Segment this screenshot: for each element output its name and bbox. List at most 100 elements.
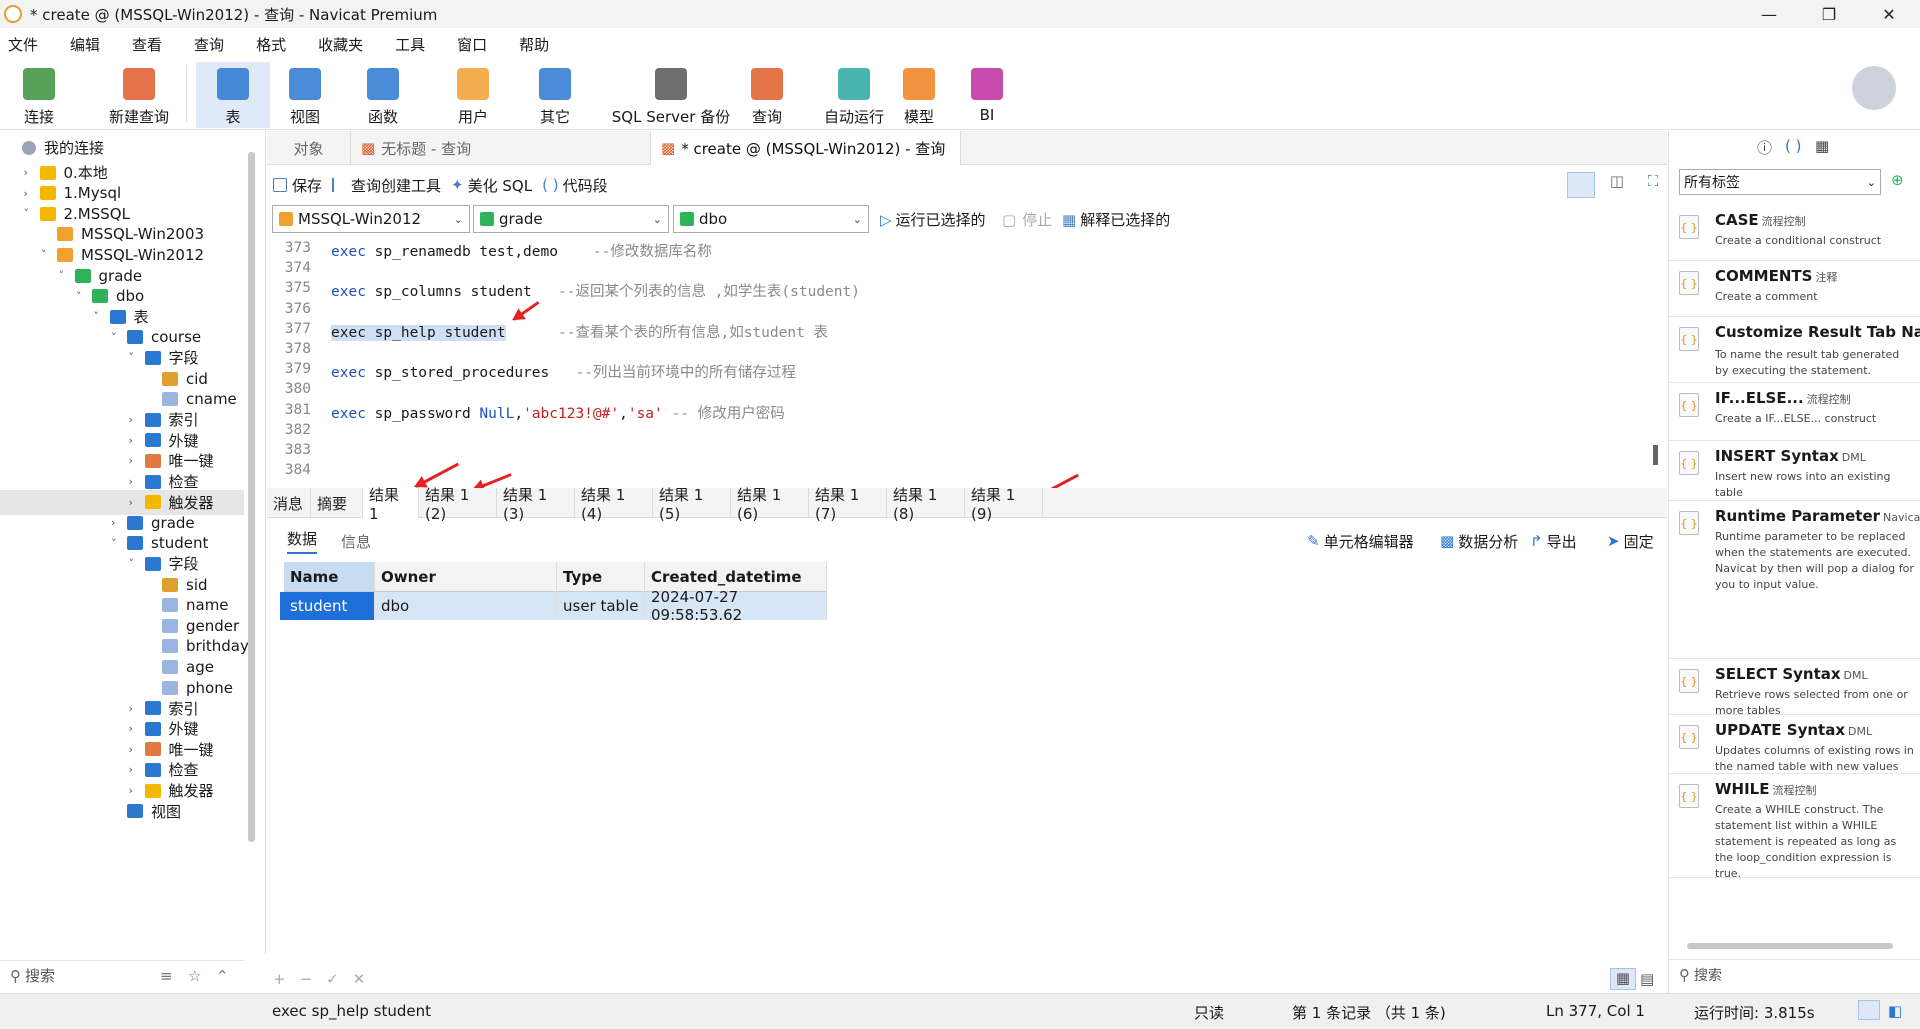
tab-info[interactable]: 信息 [341, 531, 371, 552]
toolbar-function-button[interactable]: 函数 [350, 62, 416, 128]
snippet-item[interactable]: { } Runtime ParameterNavicat Runtime param… [1669, 501, 1920, 659]
toolbar-bi-button[interactable]: BI [962, 62, 1012, 128]
tab-objects[interactable]: 对象 [267, 131, 351, 165]
column-header[interactable]: Type [557, 562, 645, 592]
result-tab[interactable]: 消息 [267, 488, 311, 518]
grid-icon[interactable]: ▦ [1815, 137, 1829, 155]
chevron-right-icon[interactable]: › [129, 413, 139, 426]
result-tab[interactable]: 结果 1 (5) [653, 486, 731, 523]
close-button[interactable]: ✕ [1860, 0, 1918, 28]
chevron-down-icon[interactable]: ˅ [129, 351, 139, 364]
chevron-right-icon[interactable]: › [129, 475, 139, 488]
info-icon[interactable]: ⓘ [1757, 137, 1772, 158]
menu-item[interactable]: 格式 [256, 34, 286, 55]
export-button[interactable]: ↱ 导出 [1530, 531, 1577, 552]
chevron-right-icon[interactable]: › [129, 434, 139, 447]
chevron-down-icon[interactable]: ˅ [111, 537, 121, 550]
chevron-right-icon[interactable]: › [129, 763, 139, 776]
form-view-icon[interactable]: ▤ [1640, 970, 1654, 988]
toolbar-connect-button[interactable]: 连接 [18, 62, 60, 128]
result-tab[interactable]: 结果 1 (7) [809, 486, 887, 523]
snippet-item[interactable]: { } INSERT Syntax DML Insert new rows into … [1669, 441, 1920, 501]
restore-button[interactable]: ❐ [1800, 0, 1858, 28]
pin-button[interactable]: ➤ 固定 [1607, 531, 1654, 552]
tab-untitled-query[interactable]: ▩ 无标题 - 查询 [351, 131, 651, 165]
result-tab[interactable]: 结果 1 (9) [965, 486, 1043, 523]
tab-data[interactable]: 数据 [287, 528, 318, 554]
schema-select[interactable]: dbo ⌄ [673, 205, 869, 233]
braces-icon[interactable]: ( ) [1785, 137, 1801, 155]
avatar[interactable] [1852, 66, 1896, 110]
snippet-item[interactable]: { } IF...ELSE... 流程控制 Create a IF...ELSE...… [1669, 383, 1920, 441]
database-select[interactable]: grade ⌄ [473, 205, 669, 233]
snippet-item[interactable]: { } UPDATE Syntax DML Updates columns of ex… [1669, 715, 1920, 774]
snippet-item[interactable]: { } CASE 流程控制 Create a conditional construc… [1669, 205, 1920, 261]
chevron-right-icon[interactable]: › [24, 166, 34, 179]
tag-select[interactable]: 所有标签 ⌄ [1679, 169, 1881, 195]
query-builder-button[interactable]: 查询创建工具 [332, 175, 441, 196]
snippet-item[interactable]: { } WHILE 流程控制 Create a WHILE construct. Th… [1669, 774, 1920, 880]
chevron-down-icon[interactable]: ˅ [129, 557, 139, 570]
chevron-right-icon[interactable]: › [129, 784, 139, 797]
chevron-right-icon[interactable]: › [129, 722, 139, 735]
sql-editor[interactable]: 373 exec sp_renamedb test,demo --修改数据库名称 3… [267, 238, 1647, 483]
table-cell[interactable]: user table [557, 592, 645, 620]
result-tab[interactable]: 结果 1 (3) [497, 486, 575, 523]
toolbar-view-button[interactable]: 视图 [272, 62, 338, 128]
table-cell[interactable]: dbo [375, 592, 557, 620]
chevron-down-icon[interactable]: ˅ [111, 331, 121, 344]
menu-item[interactable]: 编辑 [70, 34, 100, 55]
chevron-right-icon[interactable]: › [129, 496, 139, 509]
table-cell[interactable]: 2024-07-27 09:58:53.62 [645, 588, 827, 624]
chevron-down-icon[interactable]: ˅ [94, 310, 104, 323]
column-header[interactable]: Owner [375, 562, 557, 592]
result-tab[interactable]: 结果 1 (4) [575, 486, 653, 523]
layout-split-vertical-icon[interactable]: ◫ [1603, 172, 1631, 198]
column-header[interactable]: Name [284, 562, 375, 592]
chevron-right-icon[interactable]: › [129, 743, 139, 756]
toolbar-table-button[interactable]: 表 [196, 62, 270, 128]
apply-icon[interactable]: ✓ [326, 970, 339, 988]
menu-item[interactable]: 帮助 [519, 34, 549, 55]
result-tab[interactable]: 结果 1 [363, 486, 419, 523]
chevron-down-icon[interactable]: ˅ [41, 248, 51, 261]
result-tab[interactable]: 结果 1 (8) [887, 486, 965, 523]
snippet-scrollbar[interactable] [1687, 943, 1893, 949]
snippet-button[interactable]: ( ) 代码段 [542, 175, 608, 196]
snippet-item[interactable]: { } COMMENTS 注释 Create a comment [1669, 261, 1920, 317]
toolbar-user-button[interactable]: 用户 [440, 62, 506, 128]
menu-item[interactable]: 工具 [395, 34, 425, 55]
minimize-button[interactable]: — [1740, 0, 1798, 28]
stop-button[interactable]: ▢ 停止 [1002, 209, 1052, 230]
chevron-down-icon[interactable]: ˅ [59, 269, 69, 282]
cell-editor-button[interactable]: ✎ 单元格编辑器 [1307, 531, 1414, 552]
filter-icon[interactable]: ≡ [160, 967, 173, 985]
tree-header[interactable]: 我的连接 [0, 135, 244, 160]
menu-item[interactable]: 文件 [8, 34, 38, 55]
snippet-search-input[interactable]: 搜索 [1694, 965, 1722, 985]
editor-scrollbar[interactable] [1653, 445, 1658, 465]
toolbar-model-button[interactable]: 模型 [886, 62, 952, 128]
result-tab[interactable]: 结果 1 (2) [419, 486, 497, 523]
beautify-sql-button[interactable]: ✦ 美化 SQL [451, 175, 532, 196]
panel-right-icon[interactable]: ◧ [1888, 1002, 1902, 1020]
grid-view-icon[interactable]: ▦ [1610, 968, 1636, 990]
fullscreen-icon[interactable]: ⛶ [1639, 172, 1667, 198]
tab-create-query[interactable]: ▩ * create @ (MSSQL-Win2012) - 查询 [651, 131, 961, 165]
table-cell[interactable]: student [284, 592, 375, 620]
tree-scrollbar[interactable] [248, 152, 255, 842]
save-button[interactable]: 保存 [273, 175, 322, 196]
menu-item[interactable]: 收藏夹 [318, 34, 363, 55]
snippet-item[interactable]: { } SELECT Syntax DML Retrieve rows selecte… [1669, 659, 1920, 717]
menu-item[interactable]: 查询 [194, 34, 224, 55]
add-snippet-icon[interactable]: ⊕ [1891, 171, 1904, 189]
menu-item[interactable]: 窗口 [457, 34, 487, 55]
discard-icon[interactable]: ✕ [353, 970, 366, 988]
collapse-icon[interactable]: ⌃ [216, 967, 229, 985]
snippet-item[interactable]: { } Customize Result Tab Na To name the re… [1669, 317, 1920, 383]
chevron-right-icon[interactable]: › [111, 516, 121, 529]
panel-left-icon[interactable] [1858, 1000, 1880, 1020]
tree-search-input[interactable]: 搜索 [25, 965, 55, 986]
menu-item[interactable]: 查看 [132, 34, 162, 55]
toolbar-query-button[interactable]: 查询 [734, 62, 800, 128]
